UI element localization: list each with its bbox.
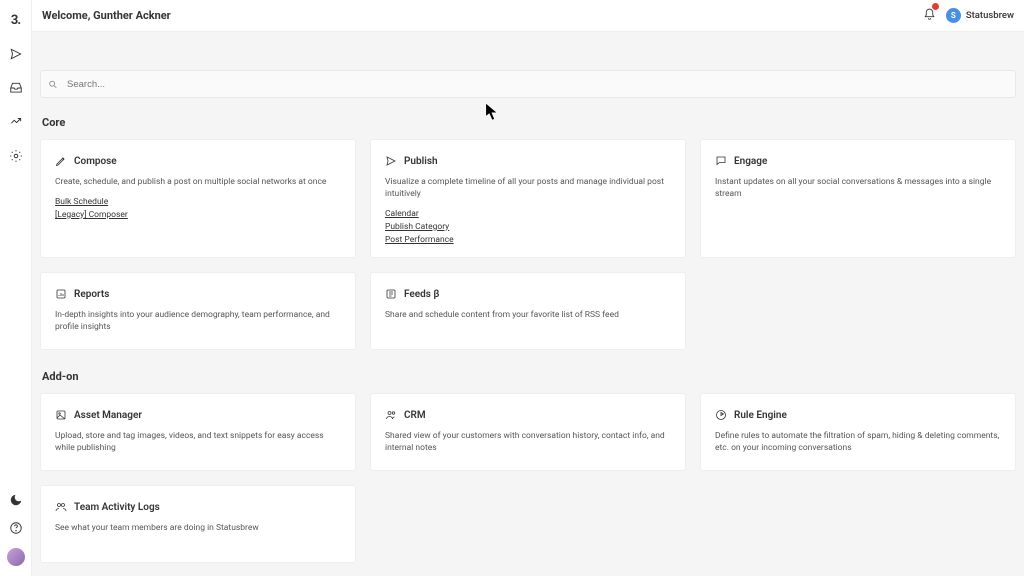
card-crm[interactable]: CRM Shared view of your customers with c…	[370, 393, 686, 471]
card-title: CRM	[404, 410, 426, 421]
link-calendar[interactable]: Calendar	[385, 209, 671, 219]
card-title: Feeds β	[404, 289, 439, 300]
section-addon-title: Add-on	[42, 370, 1014, 383]
card-title: Rule Engine	[734, 410, 787, 421]
card-engage[interactable]: Engage Instant updates on all your socia…	[700, 139, 1016, 258]
card-desc: Instant updates on all your social conve…	[715, 177, 1001, 201]
left-nav-sidebar: 3.	[0, 0, 32, 576]
settings-nav-icon[interactable]	[8, 148, 24, 164]
card-rule-engine[interactable]: Rule Engine Define rules to automate the…	[700, 393, 1016, 471]
brand-logo[interactable]: 3.	[8, 12, 24, 28]
rule-icon	[715, 406, 727, 425]
user-avatar-icon[interactable]	[7, 548, 25, 566]
top-header: Welcome, Gunther Ackner S Statusbrew	[32, 0, 1024, 32]
activity-icon	[55, 498, 67, 517]
card-desc: Share and schedule content from your fav…	[385, 310, 671, 322]
notification-badge	[932, 3, 939, 10]
card-desc: Upload, store and tag images, videos, an…	[55, 431, 341, 455]
inbox-nav-icon[interactable]	[8, 80, 24, 96]
card-title: Team Activity Logs	[74, 502, 160, 513]
card-title: Compose	[74, 156, 117, 167]
reports-nav-icon[interactable]	[8, 114, 24, 130]
page-title: Welcome, Gunther Ackner	[42, 9, 171, 22]
card-title: Publish	[404, 156, 438, 167]
card-title: Engage	[734, 156, 767, 167]
link-bulk-schedule[interactable]: Bulk Schedule	[55, 197, 341, 207]
profile-name: Statusbrew	[966, 10, 1014, 21]
card-reports[interactable]: Reports In-depth insights into your audi…	[40, 272, 356, 350]
card-desc: Visualize a complete timeline of all you…	[385, 177, 671, 201]
card-desc: Define rules to automate the filtration …	[715, 431, 1001, 455]
card-team-activity[interactable]: Team Activity Logs See what your team me…	[40, 485, 356, 563]
image-icon	[55, 406, 67, 425]
compose-icon	[55, 152, 67, 171]
main-content: Welcome, Gunther Ackner S Statusbrew Cor…	[32, 0, 1024, 576]
crm-icon	[385, 406, 397, 425]
feeds-icon	[385, 285, 397, 304]
publish-icon	[385, 152, 397, 171]
profile-avatar-icon: S	[946, 8, 961, 23]
card-desc: In-depth insights into your audience dem…	[55, 310, 341, 334]
publish-nav-icon[interactable]	[8, 46, 24, 62]
card-title: Asset Manager	[74, 410, 142, 421]
card-feeds[interactable]: Feeds β Share and schedule content from …	[370, 272, 686, 350]
search-wrap	[40, 70, 1016, 98]
card-asset-manager[interactable]: Asset Manager Upload, store and tag imag…	[40, 393, 356, 471]
card-desc: See what your team members are doing in …	[55, 523, 341, 535]
card-desc: Shared view of your customers with conve…	[385, 431, 671, 455]
reports-icon	[55, 285, 67, 304]
card-compose[interactable]: Compose Create, schedule, and publish a …	[40, 139, 356, 258]
card-title: Reports	[74, 289, 109, 300]
card-publish[interactable]: Publish Visualize a complete timeline of…	[370, 139, 686, 258]
theme-toggle-icon[interactable]	[8, 492, 24, 508]
section-core-title: Core	[42, 116, 1014, 129]
engage-icon	[715, 152, 727, 171]
profile-menu[interactable]: S Statusbrew	[946, 8, 1014, 23]
card-desc: Create, schedule, and publish a post on …	[55, 177, 341, 189]
notifications-button[interactable]	[923, 6, 936, 25]
link-legacy-composer[interactable]: [Legacy] Composer	[55, 210, 341, 220]
help-icon[interactable]	[8, 520, 24, 536]
link-post-performance[interactable]: Post Performance	[385, 235, 671, 245]
link-publish-category[interactable]: Publish Category	[385, 222, 671, 232]
search-input[interactable]	[40, 70, 1016, 98]
